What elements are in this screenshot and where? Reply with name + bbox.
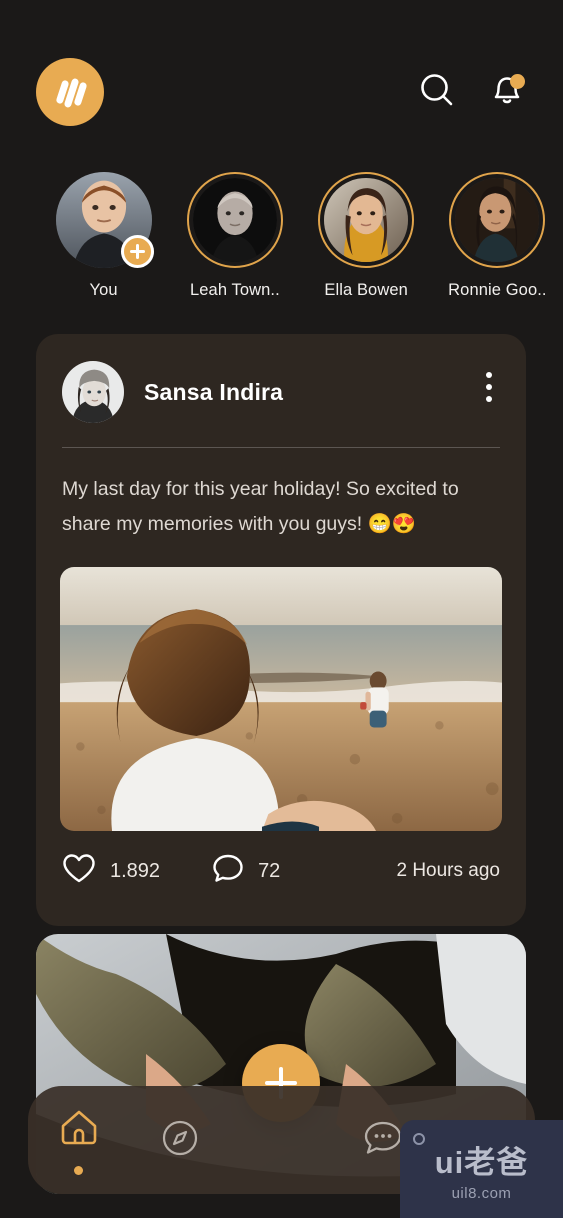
app-logo[interactable] — [36, 58, 104, 126]
avatar[interactable] — [62, 361, 124, 423]
nav-item-explore[interactable] — [129, 1086, 230, 1194]
story-avatar-ring — [449, 172, 546, 268]
story-item-ella[interactable]: Ella Bowen — [301, 172, 432, 312]
story-label: Ronnie Goo.. — [448, 281, 547, 299]
nav-item-home[interactable] — [28, 1086, 129, 1194]
kebab-dot — [486, 384, 492, 390]
notifications-button[interactable] — [487, 72, 527, 112]
avatar — [192, 178, 277, 262]
heart-icon — [62, 853, 96, 889]
comment-icon — [212, 853, 244, 889]
search-icon — [418, 71, 456, 114]
post-header: Sansa Indira — [36, 334, 526, 423]
story-label: You — [89, 281, 118, 299]
story-item-you[interactable]: You — [38, 172, 169, 312]
story-item-leah[interactable]: Leah Town.. — [169, 172, 300, 312]
search-button[interactable] — [417, 72, 457, 112]
story-item-ronnie[interactable]: Ronnie Goo.. — [432, 172, 563, 312]
story-avatar-ring — [186, 172, 283, 268]
app-header — [0, 56, 563, 128]
post-card: Sansa Indira My last day for this year h… — [36, 334, 526, 926]
kebab-dot — [486, 396, 492, 402]
comment-count: 72 — [258, 859, 281, 882]
post-image[interactable] — [60, 567, 502, 832]
post-author-name: Sansa Indira — [144, 378, 284, 405]
like-count: 1.892 — [110, 859, 161, 882]
avatar — [455, 178, 540, 262]
watermark-circle-icon — [413, 1133, 425, 1145]
story-label: Leah Town.. — [189, 281, 280, 299]
home-icon — [57, 1106, 101, 1153]
post-text: My last day for this year holiday! So ex… — [62, 478, 459, 535]
story-avatar-ring — [318, 172, 415, 268]
app-screen: You Leah Town.. Ella Bowen Ronnie Goo.. … — [0, 0, 563, 1218]
post-timestamp: 2 Hours ago — [396, 860, 500, 882]
like-action[interactable]: 1.892 — [62, 853, 160, 889]
watermark-url: uil8.com — [451, 1184, 512, 1202]
compass-icon — [160, 1118, 200, 1163]
post-actions: 1.892 72 2 Hours ago — [36, 831, 526, 889]
story-avatar-ring — [55, 172, 154, 268]
header-actions — [417, 72, 527, 112]
story-label: Ella Bowen — [324, 281, 408, 299]
comment-action[interactable]: 72 — [212, 853, 280, 889]
notification-badge-dot — [510, 74, 525, 89]
avatar — [324, 178, 409, 262]
watermark-overlay: ui老爸 uil8.com — [400, 1120, 563, 1218]
active-indicator-dot — [74, 1165, 84, 1175]
add-story-button[interactable] — [120, 235, 154, 268]
kebab-dot — [486, 372, 492, 378]
watermark-title: ui老爸 — [434, 1144, 529, 1180]
chat-icon — [362, 1119, 404, 1162]
stories-rail[interactable]: You Leah Town.. Ella Bowen Ronnie Goo.. — [0, 172, 563, 312]
more-vertical-icon[interactable] — [486, 372, 492, 402]
